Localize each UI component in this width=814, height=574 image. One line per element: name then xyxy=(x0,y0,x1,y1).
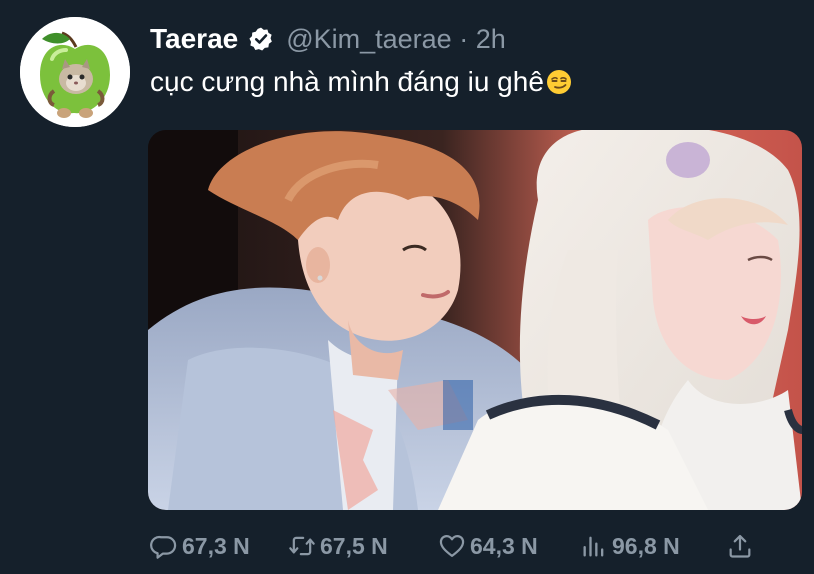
display-name[interactable]: Taerae xyxy=(150,23,238,55)
like-button[interactable]: 64,3 N xyxy=(438,532,580,560)
share-icon xyxy=(729,534,751,558)
avatar[interactable] xyxy=(20,17,130,127)
like-count: 64,3 N xyxy=(470,532,538,559)
handle-and-timestamp[interactable]: @Kim_taerae · 2h xyxy=(286,24,506,55)
reply-button[interactable]: 67,3 N xyxy=(150,532,288,560)
tweet-photo[interactable] xyxy=(148,130,802,510)
photo-image xyxy=(148,130,802,510)
verified-badge-icon xyxy=(248,26,274,52)
tweet-text: cục cưng nhà mình đáng iu ghê xyxy=(150,66,572,98)
retweet-button[interactable]: 67,5 N xyxy=(288,532,438,560)
views-button[interactable]: 96,8 N xyxy=(580,532,726,560)
tweet-text-content: cục cưng nhà mình đáng iu ghê xyxy=(150,66,544,97)
views-count: 96,8 N xyxy=(612,532,680,559)
apple-cat-avatar-image xyxy=(20,17,130,127)
retweet-count: 67,5 N xyxy=(320,532,388,559)
share-button[interactable] xyxy=(726,532,754,560)
smirking-face-emoji-icon xyxy=(546,69,572,95)
like-icon xyxy=(439,534,465,558)
reply-icon xyxy=(150,535,177,559)
tweet-actions: 67,3 N 67,5 N 64,3 N 96,8 N xyxy=(150,526,770,566)
retweet-icon xyxy=(289,536,315,556)
reply-count: 67,3 N xyxy=(182,532,250,559)
tweet-header: Taerae @Kim_taerae · 2h xyxy=(150,22,506,56)
views-icon xyxy=(583,536,604,557)
